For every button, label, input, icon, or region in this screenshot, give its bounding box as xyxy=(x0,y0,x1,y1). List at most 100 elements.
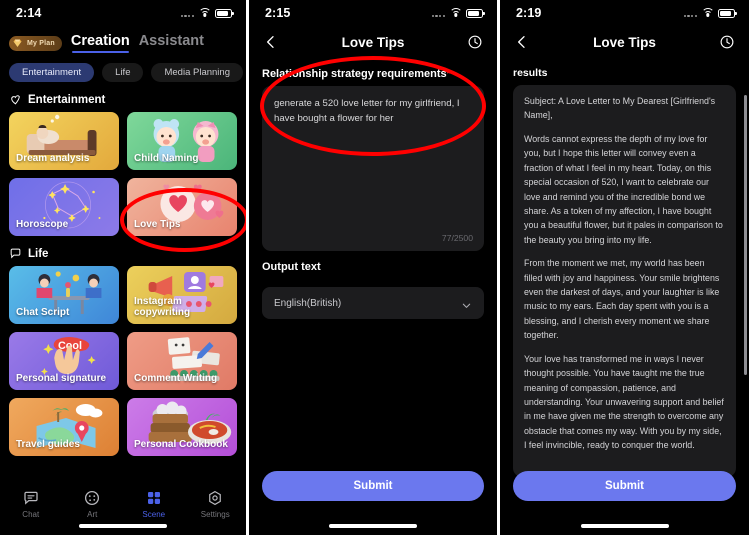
panel-love-tips-form: 2:15 Love Tips Relationship strategy req… xyxy=(249,0,497,535)
panel-love-tips-results: 2:19 Love Tips results Subject: A Love L… xyxy=(500,0,749,535)
history-button[interactable] xyxy=(466,33,484,51)
my-plan-badge[interactable]: My Plan xyxy=(9,35,62,51)
card-horoscope[interactable]: Horoscope xyxy=(9,178,119,236)
nav-header: Love Tips xyxy=(500,26,749,58)
clock-icon xyxy=(468,35,482,49)
requirements-input[interactable]: generate a 520 love letter for my girlfr… xyxy=(262,86,484,251)
submit-button[interactable]: Submit xyxy=(513,471,736,501)
status-time: 2:14 xyxy=(16,6,42,20)
bottom-tab-bar: Chat Art Scene Settings xyxy=(0,483,246,535)
my-plan-label: My Plan xyxy=(27,39,55,47)
gem-icon xyxy=(11,37,24,49)
back-button[interactable] xyxy=(513,33,531,51)
card-child-naming[interactable]: Child Naming xyxy=(127,112,237,170)
card-label: Personal Cookbook xyxy=(134,439,228,450)
tab-art[interactable]: Art xyxy=(62,489,124,519)
pill-media-planning[interactable]: Media Planning xyxy=(151,63,243,82)
section-header-entertainment: Entertainment xyxy=(0,82,246,112)
wifi-icon xyxy=(198,8,211,18)
wifi-icon xyxy=(449,8,462,18)
status-time: 2:19 xyxy=(516,6,542,20)
page-title: Love Tips xyxy=(593,34,656,50)
chevron-left-icon xyxy=(518,36,525,48)
tab-creation[interactable]: Creation xyxy=(71,33,130,54)
result-paragraph: Subject: A Love Letter to My Dearest [Gi… xyxy=(524,96,716,121)
pill-entertainment[interactable]: Entertainment xyxy=(9,63,95,82)
battery-icon xyxy=(466,8,485,18)
result-paragraph: Words cannot express the depth of my lov… xyxy=(524,133,723,245)
tab-label: Art xyxy=(87,510,98,519)
field-label-requirements: Relationship strategy requirements* xyxy=(249,58,497,86)
card-label: Dream analysis xyxy=(16,153,90,164)
nav-header: Love Tips xyxy=(249,26,497,58)
card-label: Comment Writing xyxy=(134,373,218,384)
language-select-value: English(British) xyxy=(274,297,342,309)
wifi-icon xyxy=(701,8,714,18)
results-content[interactable]: Subject: A Love Letter to My Dearest [Gi… xyxy=(513,85,736,477)
home-indicator xyxy=(329,524,417,528)
home-indicator xyxy=(580,524,669,528)
grid-squares-icon xyxy=(145,489,163,507)
chat-icon xyxy=(22,489,40,507)
tab-label: Settings xyxy=(200,510,230,519)
card-label: Child Naming xyxy=(134,153,199,164)
card-comment-writing[interactable]: Comment Writing xyxy=(127,332,237,390)
results-scrollbar[interactable] xyxy=(744,95,747,375)
tab-scene[interactable]: Scene xyxy=(123,489,185,519)
battery-icon xyxy=(718,8,737,18)
history-button[interactable] xyxy=(718,33,736,51)
tab-label: Scene xyxy=(142,510,166,519)
requirements-input-value: generate a 520 love letter for my girlfr… xyxy=(274,98,460,124)
field-label-text: Relationship strategy requirements xyxy=(262,68,447,80)
results-label: results xyxy=(513,67,548,79)
status-bar: 2:19 xyxy=(500,0,749,26)
card-label: Chat Script xyxy=(16,307,70,318)
clock-icon xyxy=(720,35,734,49)
result-paragraph: From the moment we met, my world has bee… xyxy=(524,258,720,341)
panel-creation-home: 2:14 My Plan Creation Assistant Entertai… xyxy=(0,0,246,535)
status-bar: 2:14 xyxy=(0,0,246,26)
battery-icon xyxy=(215,8,234,18)
tab-chat[interactable]: Chat xyxy=(0,489,62,519)
tab-assistant[interactable]: Assistant xyxy=(139,33,204,53)
status-icons xyxy=(431,8,485,18)
screenshot-stage: 2:14 My Plan Creation Assistant Entertai… xyxy=(0,0,749,535)
card-personal-cookbook[interactable]: Personal Cookbook xyxy=(127,398,237,456)
submit-button[interactable]: Submit xyxy=(262,471,484,501)
card-label: Personal signature xyxy=(16,373,107,384)
card-personal-signature[interactable]: Cool Personal signature xyxy=(9,332,119,390)
section-title: Life xyxy=(28,247,49,260)
card-label: Horoscope xyxy=(16,219,69,230)
card-dream-analysis[interactable]: Dream analysis xyxy=(9,112,119,170)
tab-label: Chat xyxy=(22,510,40,519)
status-bar: 2:15 xyxy=(249,0,497,26)
character-counter: 77/2500 xyxy=(441,233,473,243)
card-grid-entertainment: Dream analysis Child Naming Horoscope Lo… xyxy=(0,112,246,236)
card-love-tips[interactable]: Love Tips xyxy=(127,178,237,236)
status-icons xyxy=(683,8,737,18)
gear-icon xyxy=(206,489,224,507)
section-title: Entertainment xyxy=(28,93,106,106)
card-grid-life: Chat Script Instagram copywriting Person… xyxy=(0,266,246,456)
heart-outline-icon xyxy=(9,93,22,106)
card-instagram-copywriting[interactable]: Instagram copywriting xyxy=(127,266,237,324)
required-marker: * xyxy=(446,68,451,80)
back-button[interactable] xyxy=(262,33,280,51)
speech-bubble-icon xyxy=(9,247,22,260)
section-header-life: Life xyxy=(0,236,246,266)
card-chat-script[interactable]: Chat Script xyxy=(9,266,119,324)
tab-settings[interactable]: Settings xyxy=(185,489,247,519)
status-icons xyxy=(180,8,234,18)
status-time: 2:15 xyxy=(265,6,291,20)
card-label: Love Tips xyxy=(134,219,181,230)
signal-dots-icon xyxy=(431,9,445,17)
palette-icon xyxy=(83,489,101,507)
signal-dots-icon xyxy=(683,9,697,17)
home-indicator xyxy=(79,524,167,528)
top-navigation: My Plan Creation Assistant xyxy=(0,26,246,54)
chevron-down-icon xyxy=(461,298,472,309)
card-travel-guides[interactable]: Travel guides xyxy=(9,398,119,456)
signal-dots-icon xyxy=(180,9,194,17)
pill-life[interactable]: Life xyxy=(102,63,144,82)
language-select[interactable]: English(British) xyxy=(262,287,484,319)
